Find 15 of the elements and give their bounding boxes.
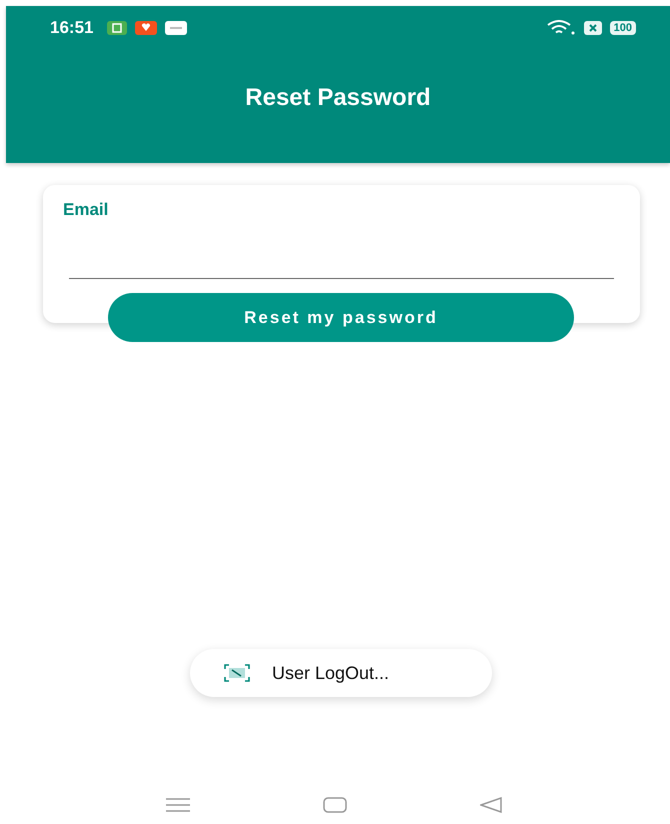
reset-password-button[interactable]: Reset my password [108,293,574,342]
wifi-icon [546,20,576,36]
app-notification-icon [107,21,128,35]
home-icon[interactable] [323,797,347,813]
status-time: 16:51 [50,17,94,40]
field-label: Email [63,200,108,219]
no-sim-icon [584,21,602,35]
page-title: Reset Password [244,83,432,113]
app-notification-icon [135,21,158,35]
app-notification-icon [165,21,188,35]
battery-level: 100 [610,21,636,35]
back-icon[interactable] [480,797,502,813]
scan-icon [224,664,250,682]
menu-icon[interactable] [166,798,190,812]
toast-text: User LogOut... [272,662,390,685]
